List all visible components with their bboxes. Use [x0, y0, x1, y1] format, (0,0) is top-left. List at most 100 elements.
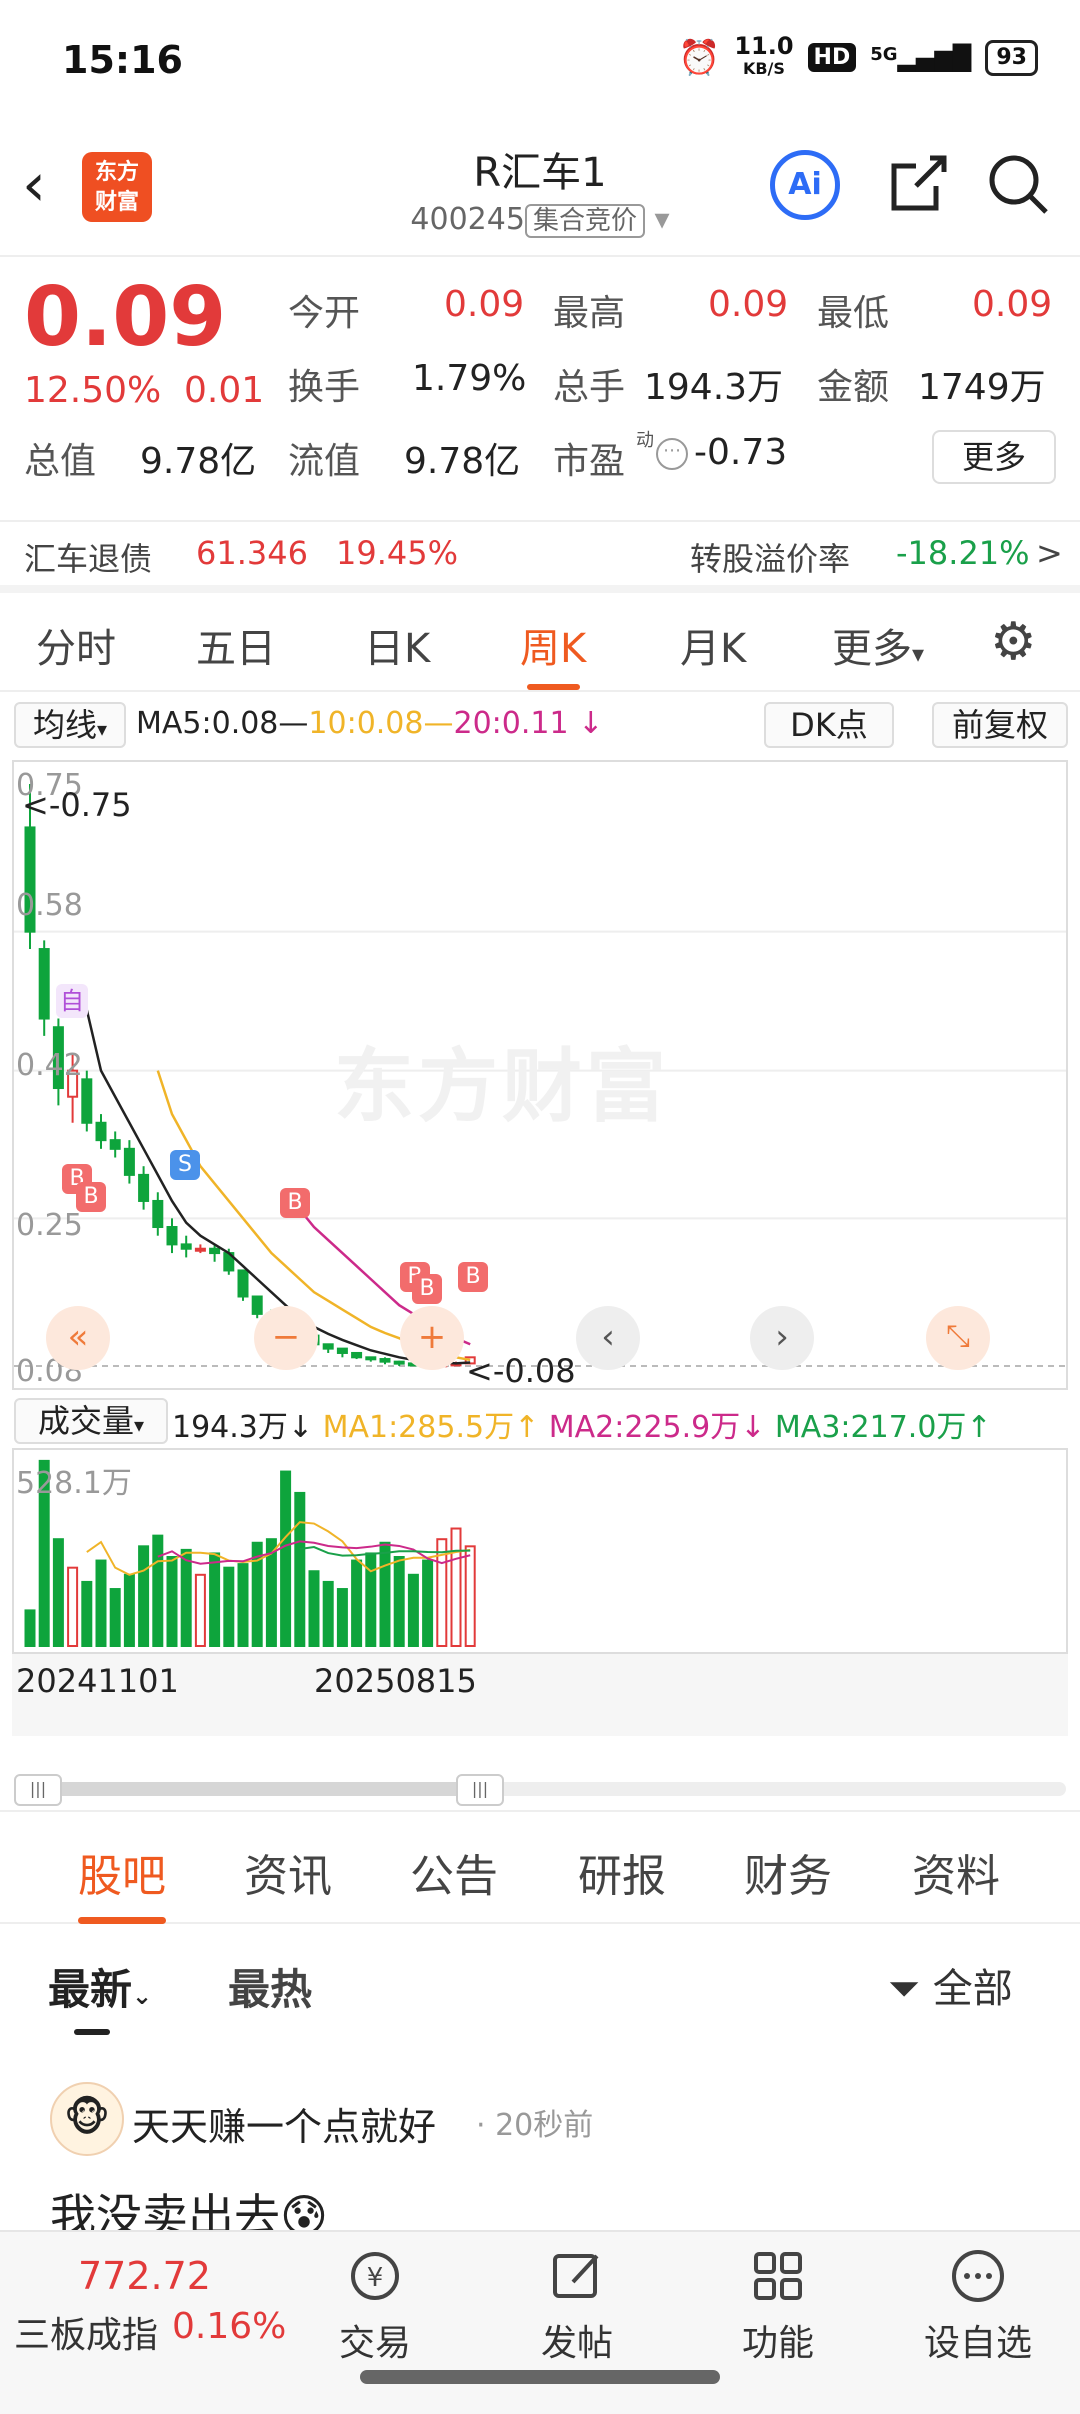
functions-button[interactable]: 功能	[698, 2246, 858, 2366]
battery-icon: 93	[985, 39, 1038, 76]
marker-buy[interactable]: B	[458, 1262, 488, 1292]
sort-latest[interactable]: 最新⌄	[48, 1956, 152, 2035]
bond-name: 汇车退债	[24, 540, 153, 578]
scroll-left-icon[interactable]: ‹	[576, 1306, 640, 1370]
volume-selector[interactable]: 成交量▾	[14, 1398, 168, 1444]
ai-button[interactable]: Ai	[770, 150, 840, 220]
tab-financials[interactable]: 财务	[744, 1840, 832, 1904]
add-watchlist-button[interactable]: 设自选	[898, 2246, 1058, 2366]
volume-bar	[67, 1566, 79, 1647]
volume-bar	[407, 1573, 419, 1647]
tab-profile[interactable]: 资料	[912, 1840, 1000, 1904]
range-handle-right[interactable]: |||	[456, 1774, 504, 1806]
more-quote-button[interactable]: 更多	[932, 430, 1056, 484]
index-widget[interactable]: 772.72 三板成指 0.16%	[10, 2232, 290, 2372]
scroll-right-icon[interactable]: ›	[750, 1306, 814, 1370]
marker-buy[interactable]: B	[280, 1188, 310, 1218]
avatar[interactable]: 🐵	[50, 2082, 124, 2156]
ytick-2: 0.58	[16, 888, 83, 923]
marker-sell[interactable]: S	[170, 1150, 200, 1180]
volume-bar	[166, 1556, 178, 1647]
net-speed-unit: KB/S	[742, 59, 785, 78]
price-chart[interactable]: 东方财富 0.75 <-0.75 0.58 0.42 0.25 0.08 <-0…	[12, 760, 1068, 1390]
net-speed: 11.0 KB/S	[734, 34, 793, 79]
volume-legend: 194.3万↓ MA1:285.5万↑ MA2:225.9万↓ MA3:217.…	[172, 1402, 992, 1446]
fullscreen-icon[interactable]: ⤡	[926, 1306, 990, 1370]
ma5-legend: MA5:0.08	[136, 706, 279, 741]
tab-more[interactable]: 更多▾	[832, 616, 924, 674]
candle-body	[194, 1247, 206, 1252]
more-circle-icon	[948, 2246, 1008, 2306]
caret-down-icon: ▾	[96, 717, 108, 741]
zoom-out-icon[interactable]: −	[254, 1306, 318, 1370]
tab-five-day[interactable]: 五日	[196, 616, 276, 674]
candle-body	[351, 1351, 363, 1359]
range-slider-track[interactable]: ||| |||	[14, 1774, 1066, 1806]
network-type: 5G	[870, 43, 898, 65]
tab-more-label: 更多	[832, 626, 912, 672]
tab-daily-k[interactable]: 日K	[364, 616, 430, 674]
tab-weekly-k[interactable]: 周K	[520, 616, 586, 690]
sort-hot[interactable]: 最热	[228, 1956, 312, 2017]
open-label: 今开	[288, 293, 361, 334]
low-label: 最低	[817, 293, 890, 334]
candle-body	[138, 1173, 150, 1202]
marker-buy[interactable]: B	[76, 1182, 106, 1212]
home-indicator[interactable]	[360, 2370, 720, 2384]
trade-icon: ¥	[345, 2246, 405, 2306]
sort-latest-label: 最新	[48, 1965, 133, 2014]
tab-monthly-k[interactable]: 月K	[680, 616, 746, 674]
candle-body	[123, 1147, 135, 1176]
candle-body	[379, 1358, 391, 1363]
marker-self[interactable]: 自	[56, 984, 88, 1018]
signal-icon: 5G▂▄▆█	[870, 43, 972, 72]
tab-intraday[interactable]: 分时	[36, 616, 116, 674]
convertible-bond-row[interactable]: 汇车退债 61.346 19.45% 转股溢价率 -18.21% >	[0, 520, 1080, 582]
tab-research[interactable]: 研报	[578, 1840, 666, 1904]
scroll-left-fast-icon[interactable]: «	[46, 1306, 110, 1370]
tab-news[interactable]: 资讯	[244, 1840, 332, 1904]
status-icons: ⏰ 11.0 KB/S HD 5G▂▄▆█ 93	[677, 34, 1038, 79]
ma10-dash: —	[423, 706, 454, 741]
volume-bar	[464, 1545, 476, 1647]
float-mcap-value: 9.78亿	[404, 441, 521, 482]
svg-text:¥: ¥	[367, 2263, 384, 2293]
post-button[interactable]: 发帖	[497, 2246, 657, 2366]
float-mcap-label: 流值	[288, 441, 361, 482]
dk-point-button[interactable]: DK点	[764, 702, 894, 748]
candle-body	[251, 1295, 263, 1315]
volume-chart[interactable]: 528.1万	[12, 1448, 1068, 1654]
high-label: 最高	[553, 293, 626, 334]
ma-legend: MA5:0.08—10:0.08—20:0.11 ↓	[136, 706, 603, 741]
ma-selector[interactable]: 均线▾	[14, 702, 126, 748]
volume-bar	[123, 1573, 135, 1647]
volume-bar	[294, 1491, 306, 1648]
filter-button[interactable]: ⏷ 全部	[888, 1956, 1013, 2014]
down-arrow-icon: ↓	[740, 1410, 775, 1445]
mcap-value: 9.78亿	[140, 441, 257, 482]
search-icon[interactable]	[986, 152, 1050, 220]
range-handle-left[interactable]: |||	[14, 1774, 62, 1806]
pe-dynamic-mark: 动	[636, 430, 654, 451]
trade-label: 交易	[338, 2323, 411, 2364]
volume-bar	[450, 1527, 462, 1647]
ytick-4: 0.25	[16, 1208, 83, 1243]
settings-gear-icon[interactable]: ⚙	[990, 612, 1037, 672]
bond-pct: 19.45%	[336, 534, 459, 572]
vol-ma3-legend: MA3:217.0万	[774, 1410, 967, 1445]
share-icon[interactable]	[886, 152, 950, 220]
tab-announcements[interactable]: 公告	[410, 1840, 498, 1904]
ma-selector-label: 均线	[32, 706, 97, 744]
auction-tag: 集合竞价	[524, 204, 645, 238]
tab-forum[interactable]: 股吧	[78, 1840, 166, 1924]
post-username[interactable]: 天天赚一个点就好	[132, 2096, 436, 2151]
marker-buy[interactable]: B	[412, 1274, 442, 1304]
mcap-label: 总值	[24, 441, 97, 482]
status-time: 15:16	[62, 38, 183, 82]
chevron-right-icon: >	[1036, 534, 1063, 572]
zoom-in-icon[interactable]: +	[400, 1306, 464, 1370]
trade-button[interactable]: ¥ 交易	[295, 2246, 455, 2366]
alarm-icon: ⏰	[677, 37, 721, 78]
info-icon[interactable]: ⋯	[656, 438, 688, 470]
adjust-button[interactable]: 前复权	[932, 702, 1068, 748]
